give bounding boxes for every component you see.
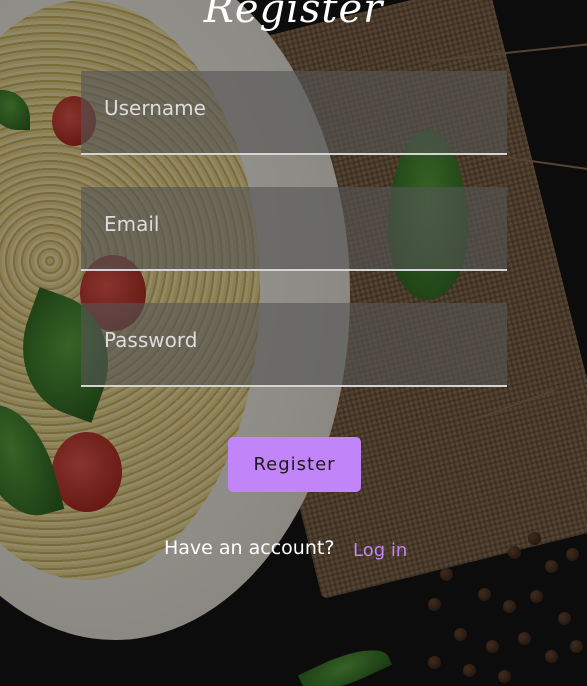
- username-input[interactable]: [81, 71, 507, 145]
- password-field[interactable]: [81, 303, 507, 387]
- email-input[interactable]: [81, 187, 507, 261]
- register-button[interactable]: Register: [228, 437, 361, 492]
- email-field[interactable]: [81, 187, 507, 271]
- login-link[interactable]: Log in: [353, 540, 407, 561]
- password-input[interactable]: [81, 303, 507, 377]
- username-field[interactable]: [81, 71, 507, 155]
- page-title: Register: [203, 0, 384, 32]
- have-account-text: Have an account?: [164, 537, 335, 559]
